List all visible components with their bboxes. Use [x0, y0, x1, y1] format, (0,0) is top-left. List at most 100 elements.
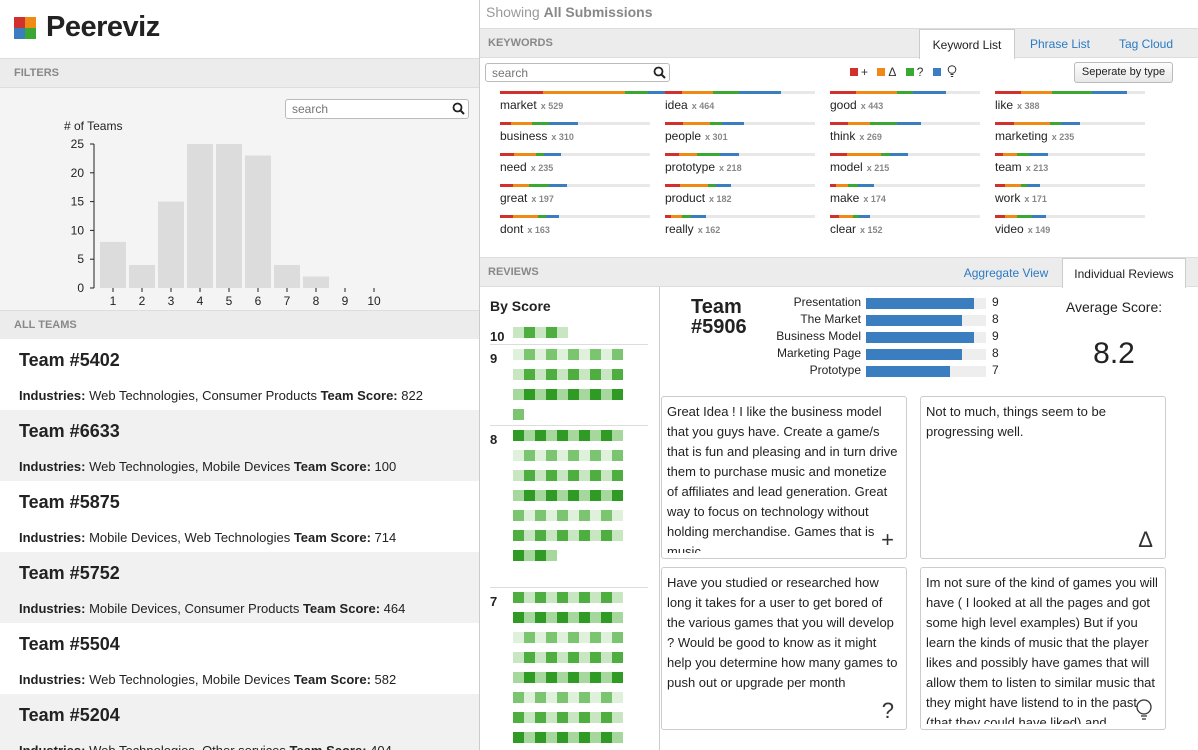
review-score-cell[interactable] — [557, 692, 568, 703]
review-score-cell[interactable] — [546, 450, 557, 461]
histogram-bar[interactable] — [187, 144, 213, 288]
review-score-cell[interactable] — [557, 490, 568, 501]
review-score-cell[interactable] — [568, 349, 579, 360]
review-score-cell[interactable] — [612, 732, 623, 743]
team-row[interactable]: Team #5875 Industries: Mobile Devices, We… — [0, 481, 479, 552]
review-score-cell[interactable] — [535, 692, 546, 703]
review-score-cell[interactable] — [524, 652, 535, 663]
review-score-cell[interactable] — [546, 369, 557, 380]
review-score-cell[interactable] — [590, 450, 601, 461]
review-score-cell[interactable] — [568, 490, 579, 501]
review-score-cell[interactable] — [612, 470, 623, 481]
review-score-cell[interactable] — [557, 470, 568, 481]
review-score-cell[interactable] — [524, 369, 535, 380]
review-score-cell[interactable] — [513, 632, 524, 643]
review-score-cell[interactable] — [579, 612, 590, 623]
review-score-cell[interactable] — [535, 672, 546, 683]
review-score-cell[interactable] — [601, 672, 612, 683]
review-score-cell[interactable] — [535, 550, 546, 561]
review-score-cell[interactable] — [546, 349, 557, 360]
keyword-item[interactable]: business x 310 — [500, 119, 650, 150]
review-score-cell[interactable] — [612, 692, 623, 703]
review-score-cell[interactable] — [612, 389, 623, 400]
review-score-cell[interactable] — [590, 349, 601, 360]
review-score-cell[interactable] — [546, 530, 557, 541]
review-score-cell[interactable] — [546, 327, 557, 338]
keyword-search-input[interactable] — [485, 63, 670, 82]
review-score-cell[interactable] — [524, 592, 535, 603]
review-score-cell[interactable] — [612, 430, 623, 441]
review-score-cell[interactable] — [612, 450, 623, 461]
review-score-cell[interactable] — [557, 450, 568, 461]
review-score-cell[interactable] — [557, 592, 568, 603]
review-score-cell[interactable] — [513, 530, 524, 541]
review-score-cell[interactable] — [557, 530, 568, 541]
review-score-cell[interactable] — [535, 530, 546, 541]
review-score-cell[interactable] — [590, 672, 601, 683]
keyword-item[interactable]: good x 443 — [830, 88, 980, 119]
review-score-cell[interactable] — [579, 632, 590, 643]
review-score-cell[interactable] — [590, 470, 601, 481]
review-score-cell[interactable] — [590, 732, 601, 743]
review-score-cell[interactable] — [546, 732, 557, 743]
review-score-cell[interactable] — [579, 652, 590, 663]
review-score-cell[interactable] — [535, 369, 546, 380]
keyword-item[interactable]: great x 197 — [500, 181, 650, 212]
review-score-cell[interactable] — [612, 369, 623, 380]
histogram-bar[interactable] — [303, 276, 329, 288]
review-score-cell[interactable] — [524, 632, 535, 643]
review-score-cell[interactable] — [557, 612, 568, 623]
review-score-cell[interactable] — [612, 672, 623, 683]
review-score-cell[interactable] — [612, 632, 623, 643]
review-score-cell[interactable] — [579, 369, 590, 380]
review-score-cell[interactable] — [579, 592, 590, 603]
review-score-cell[interactable] — [524, 672, 535, 683]
separate-by-type-button[interactable]: Seperate by type — [1074, 62, 1173, 83]
tab-phrase-list[interactable]: Phrase List — [1020, 29, 1100, 59]
review-score-cell[interactable] — [601, 369, 612, 380]
review-score-cell[interactable] — [579, 470, 590, 481]
review-score-cell[interactable] — [513, 550, 524, 561]
review-card[interactable]: Not to much, things seem to be progressi… — [920, 396, 1166, 559]
histogram-bar[interactable] — [245, 155, 271, 288]
tab-keyword-list[interactable]: Keyword List — [919, 29, 1015, 59]
keyword-item[interactable]: people x 301 — [665, 119, 815, 150]
review-score-cell[interactable] — [535, 612, 546, 623]
review-score-cell[interactable] — [579, 389, 590, 400]
review-score-cell[interactable] — [579, 692, 590, 703]
review-score-cell[interactable] — [601, 632, 612, 643]
review-score-cell[interactable] — [535, 389, 546, 400]
review-score-cell[interactable] — [579, 430, 590, 441]
review-score-cell[interactable] — [612, 490, 623, 501]
review-score-cell[interactable] — [535, 349, 546, 360]
review-score-cell[interactable] — [546, 652, 557, 663]
keyword-item[interactable]: market x 529 — [500, 88, 692, 119]
review-score-cell[interactable] — [601, 732, 612, 743]
review-score-cell[interactable] — [590, 430, 601, 441]
review-score-cell[interactable] — [535, 652, 546, 663]
review-score-cell[interactable] — [579, 712, 590, 723]
review-score-cell[interactable] — [524, 712, 535, 723]
review-score-cell[interactable] — [590, 712, 601, 723]
review-score-cell[interactable] — [601, 692, 612, 703]
keyword-item[interactable]: clear x 152 — [830, 212, 980, 243]
review-score-cell[interactable] — [590, 652, 601, 663]
keyword-item[interactable]: idea x 464 — [665, 88, 815, 119]
review-score-cell[interactable] — [612, 592, 623, 603]
team-row[interactable]: Team #5204 Industries: Web Technologies, … — [0, 694, 479, 750]
review-score-cell[interactable] — [568, 530, 579, 541]
review-score-cell[interactable] — [568, 732, 579, 743]
review-score-cell[interactable] — [535, 450, 546, 461]
review-score-cell[interactable] — [579, 490, 590, 501]
review-score-cell[interactable] — [568, 389, 579, 400]
review-score-cell[interactable] — [557, 327, 568, 338]
review-score-cell[interactable] — [524, 732, 535, 743]
review-score-cell[interactable] — [557, 672, 568, 683]
review-score-cell[interactable] — [557, 430, 568, 441]
review-score-cell[interactable] — [601, 490, 612, 501]
review-score-cell[interactable] — [579, 732, 590, 743]
review-score-cell[interactable] — [568, 712, 579, 723]
review-score-cell[interactable] — [524, 389, 535, 400]
review-score-cell[interactable] — [535, 592, 546, 603]
review-score-cell[interactable] — [601, 470, 612, 481]
